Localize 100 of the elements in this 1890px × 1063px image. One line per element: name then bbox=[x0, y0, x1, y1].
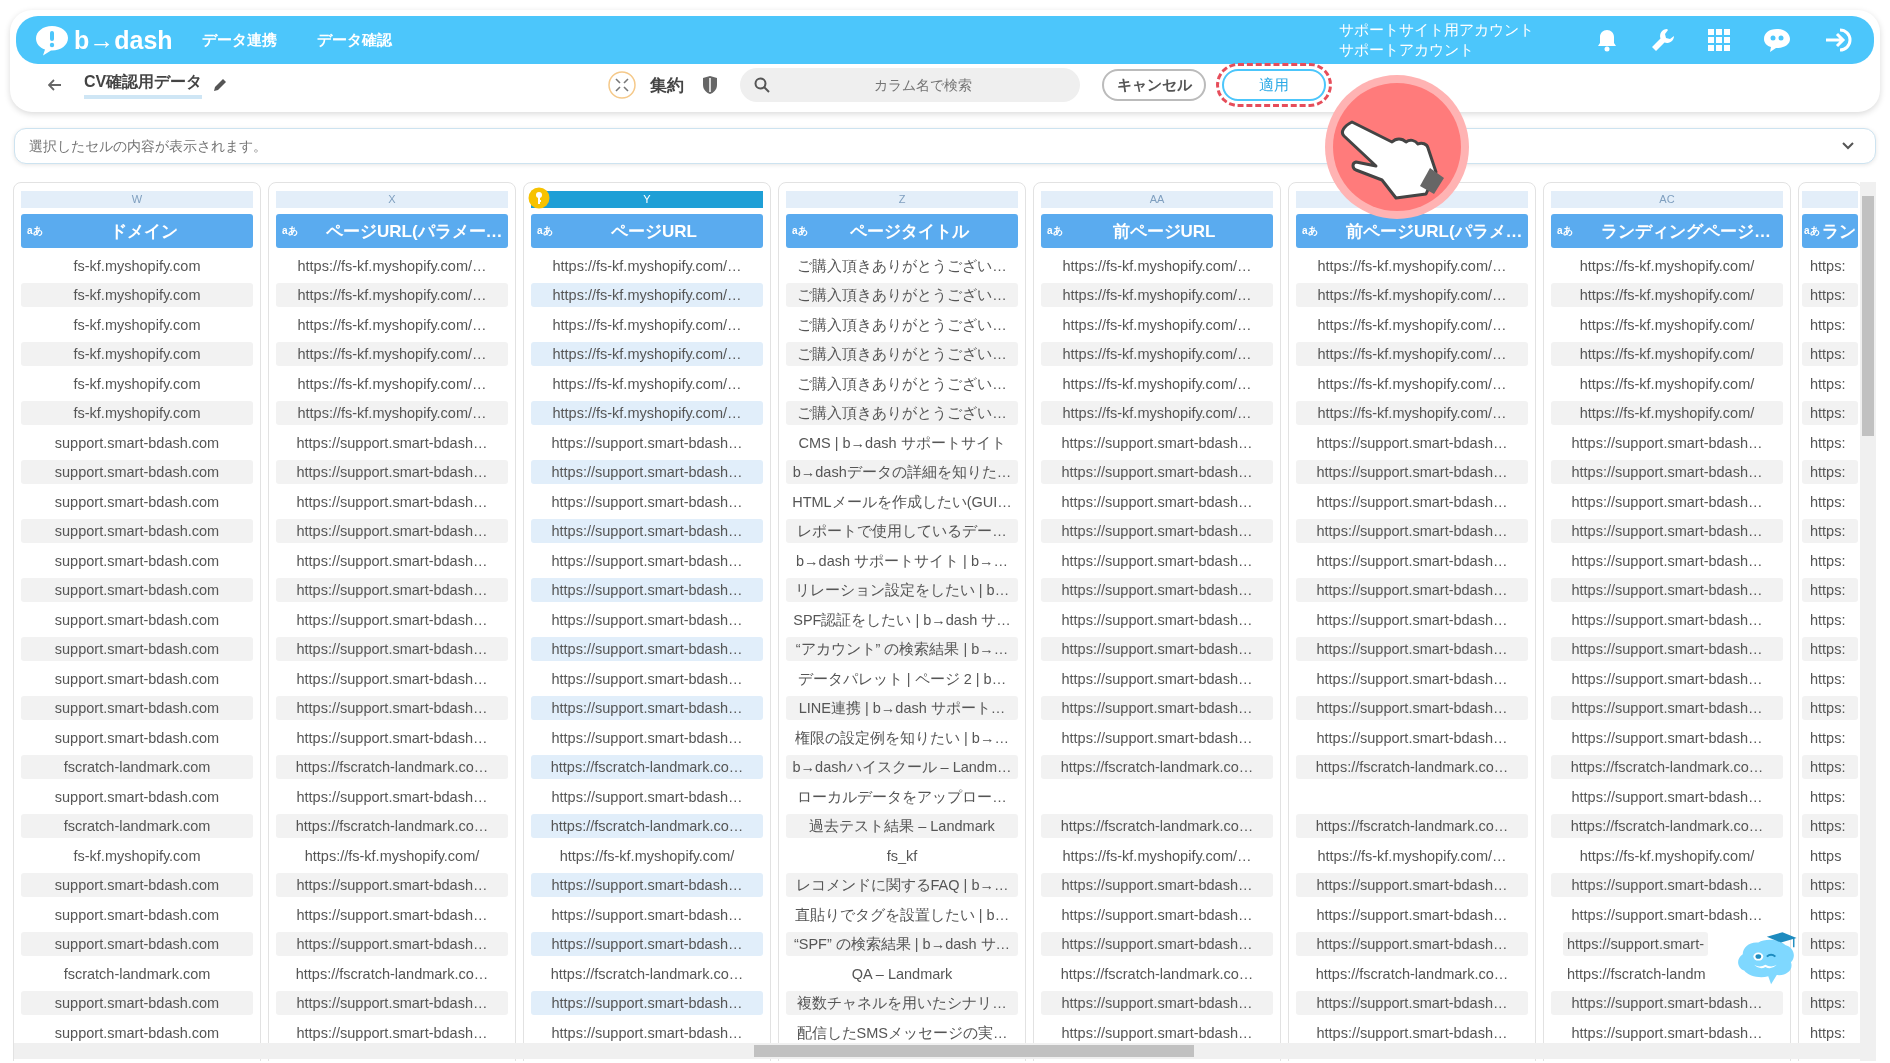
chevron-down-icon[interactable] bbox=[1842, 142, 1854, 150]
table-cell[interactable]: https://support.smart-bdash… bbox=[276, 1020, 508, 1045]
table-cell[interactable]: https://fs-kf.myshopify.com/… bbox=[1041, 843, 1273, 868]
table-cell[interactable]: fscratch-landmark.com bbox=[21, 961, 253, 986]
table-cell[interactable]: https://support.smart-bdash… bbox=[276, 578, 508, 602]
table-cell[interactable]: https: bbox=[1802, 578, 1858, 602]
table-cell[interactable]: fs-kf.myshopify.com bbox=[21, 401, 253, 425]
table-cell[interactable]: https://fs-kf.myshopify.com/… bbox=[1296, 371, 1528, 396]
table-cell[interactable]: support.smart-bdash.com bbox=[21, 991, 253, 1015]
table-cell[interactable]: リレーション設定をしたい | b… bbox=[786, 578, 1018, 602]
table-cell[interactable]: https://fscratch-landmark.co… bbox=[531, 961, 763, 986]
horizontal-scrollbar[interactable] bbox=[14, 1043, 1860, 1059]
table-cell[interactable]: https://support.smart-bdash… bbox=[531, 696, 763, 720]
table-cell[interactable]: https://fs-kf.myshopify.com/… bbox=[1296, 843, 1528, 868]
table-cell[interactable]: https://fs-kf.myshopify.com/… bbox=[276, 401, 508, 425]
table-cell[interactable]: https: bbox=[1802, 312, 1858, 337]
table-cell[interactable]: https: bbox=[1802, 696, 1858, 720]
table-cell[interactable]: https://support.smart-bdash… bbox=[1551, 1020, 1783, 1045]
table-cell[interactable]: https://support.smart-bdash… bbox=[531, 607, 763, 632]
table-cell[interactable]: support.smart-bdash.com bbox=[21, 548, 253, 573]
table-cell[interactable]: https: bbox=[1802, 1020, 1858, 1045]
table-cell[interactable]: https://fs-kf.myshopify.com/ bbox=[276, 843, 508, 868]
table-cell[interactable]: https://fscratch-landmark.co… bbox=[276, 961, 508, 986]
table-cell[interactable]: https://support.smart-bdash… bbox=[1551, 519, 1783, 543]
table-cell[interactable]: https://fs-kf.myshopify.com/… bbox=[1041, 283, 1273, 307]
table-cell[interactable]: https: bbox=[1802, 725, 1858, 750]
table-cell[interactable]: https://support.smart-bdash… bbox=[1551, 784, 1783, 809]
table-cell[interactable]: https://support.smart-bdash… bbox=[276, 696, 508, 720]
table-cell[interactable]: https://support.smart-bdash… bbox=[1296, 637, 1528, 661]
table-cell[interactable]: https: bbox=[1802, 755, 1858, 779]
table-cell[interactable]: https://support.smart-bdash… bbox=[531, 902, 763, 927]
table-cell[interactable]: fscratch-landmark.com bbox=[21, 814, 253, 838]
table-cell[interactable]: https://fs-kf.myshopify.com/ bbox=[531, 843, 763, 868]
table-cell[interactable]: https://support.smart-bdash… bbox=[531, 784, 763, 809]
table-cell[interactable]: https://fs-kf.myshopify.com/… bbox=[531, 253, 763, 278]
table-cell[interactable]: https://support.smart-bdash… bbox=[1041, 430, 1273, 455]
table-cell[interactable]: https://fscratch-landmark.co… bbox=[531, 814, 763, 838]
cancel-button[interactable]: キャンセル bbox=[1102, 69, 1207, 101]
table-cell[interactable]: https://support.smart-bdash… bbox=[1551, 548, 1783, 573]
table-cell[interactable]: “SPF” の検索結果 | b→dash サ… bbox=[786, 932, 1018, 956]
table-cell[interactable]: https://support.smart-bdash… bbox=[531, 666, 763, 691]
table-cell[interactable]: https://support.smart-bdash… bbox=[1296, 932, 1528, 956]
table-cell[interactable]: https://support.smart- bbox=[1563, 932, 1708, 956]
table-cell[interactable]: https: bbox=[1802, 814, 1858, 838]
table-cell[interactable]: https: bbox=[1802, 666, 1858, 691]
table-cell[interactable]: https://support.smart-bdash… bbox=[1551, 489, 1783, 514]
table-cell[interactable]: support.smart-bdash.com bbox=[21, 637, 253, 661]
table-cell[interactable]: ご購入頂きありがとうござい… bbox=[786, 312, 1018, 337]
table-cell[interactable]: https: bbox=[1802, 991, 1858, 1015]
table-cell[interactable]: https: bbox=[1802, 932, 1858, 956]
table-cell[interactable]: https://support.smart-bdash… bbox=[531, 548, 763, 573]
table-cell[interactable]: https://support.smart-bdash… bbox=[1551, 902, 1783, 927]
table-cell[interactable]: https: bbox=[1802, 342, 1858, 366]
table-cell[interactable]: https://fs-kf.myshopify.com/ bbox=[1551, 312, 1783, 337]
table-cell[interactable]: https://support.smart-bdash… bbox=[531, 991, 763, 1015]
table-cell[interactable]: fs-kf.myshopify.com bbox=[21, 371, 253, 396]
table-cell[interactable]: support.smart-bdash.com bbox=[21, 607, 253, 632]
table-cell[interactable]: fs-kf.myshopify.com bbox=[21, 843, 253, 868]
table-cell[interactable]: https://support.smart-bdash… bbox=[1551, 873, 1783, 897]
table-cell[interactable]: https://fs-kf.myshopify.com/ bbox=[1551, 283, 1783, 307]
table-cell[interactable]: support.smart-bdash.com bbox=[21, 784, 253, 809]
table-cell[interactable]: b→dashデータの詳細を知りた… bbox=[786, 460, 1018, 484]
table-cell[interactable]: https://support.smart-bdash… bbox=[276, 932, 508, 956]
table-cell[interactable]: https://fs-kf.myshopify.com/… bbox=[1296, 401, 1528, 425]
table-cell[interactable]: https://fs-kf.myshopify.com/… bbox=[1296, 283, 1528, 307]
table-cell[interactable]: https://support.smart-bdash… bbox=[531, 489, 763, 514]
table-cell[interactable]: https://support.smart-bdash… bbox=[1041, 1020, 1273, 1045]
table-cell[interactable]: https://support.smart-bdash… bbox=[276, 548, 508, 573]
table-cell[interactable]: https://support.smart-bdash… bbox=[1041, 932, 1273, 956]
table-cell[interactable]: https: bbox=[1802, 489, 1858, 514]
table-cell[interactable]: https://support.smart-bdash… bbox=[531, 637, 763, 661]
table-cell[interactable]: https: bbox=[1802, 873, 1858, 897]
table-cell[interactable]: https://support.smart-bdash… bbox=[531, 519, 763, 543]
table-cell[interactable]: https://support.smart-bdash… bbox=[276, 991, 508, 1015]
table-cell[interactable]: fs-kf.myshopify.com bbox=[21, 283, 253, 307]
table-cell[interactable]: https://support.smart-bdash… bbox=[1296, 696, 1528, 720]
table-cell[interactable]: https://support.smart-bdash… bbox=[1551, 578, 1783, 602]
table-cell[interactable]: ローカルデータをアップロー… bbox=[786, 784, 1018, 809]
table-cell[interactable]: https://fscratch-landmark.co… bbox=[1296, 814, 1528, 838]
table-cell[interactable]: https://support.smart-bdash… bbox=[1296, 1020, 1528, 1045]
table-cell[interactable]: https://support.smart-bdash… bbox=[1041, 666, 1273, 691]
table-cell[interactable]: https: bbox=[1802, 430, 1858, 455]
table-cell[interactable]: https://support.smart-bdash… bbox=[1041, 460, 1273, 484]
table-cell[interactable]: fs-kf.myshopify.com bbox=[21, 312, 253, 337]
table-cell[interactable]: support.smart-bdash.com bbox=[21, 489, 253, 514]
table-cell[interactable]: fscratch-landmark.com bbox=[21, 755, 253, 779]
table-cell[interactable]: https://fscratch-landmark.co… bbox=[1296, 961, 1528, 986]
table-cell[interactable]: LINE連携 | b→dash サポート… bbox=[786, 696, 1018, 720]
table-cell[interactable]: https://fscratch-landmark.co… bbox=[531, 755, 763, 779]
table-cell[interactable]: https://support.smart-bdash… bbox=[276, 607, 508, 632]
table-cell[interactable]: https://fs-kf.myshopify.com/… bbox=[1296, 342, 1528, 366]
table-cell[interactable]: ご購入頂きありがとうござい… bbox=[786, 401, 1018, 425]
table-cell[interactable]: ご購入頂きありがとうござい… bbox=[786, 283, 1018, 307]
table-cell[interactable]: fs-kf.myshopify.com bbox=[21, 253, 253, 278]
table-cell[interactable]: https://support.smart-bdash… bbox=[531, 932, 763, 956]
table-cell[interactable]: データパレット | ページ 2 | b… bbox=[786, 666, 1018, 691]
table-cell[interactable]: 配信したSMSメッセージの実… bbox=[786, 1020, 1018, 1045]
table-cell[interactable]: https://support.smart-bdash… bbox=[1041, 696, 1273, 720]
collapse-icon[interactable] bbox=[608, 71, 637, 99]
table-cell[interactable]: https: bbox=[1802, 371, 1858, 396]
